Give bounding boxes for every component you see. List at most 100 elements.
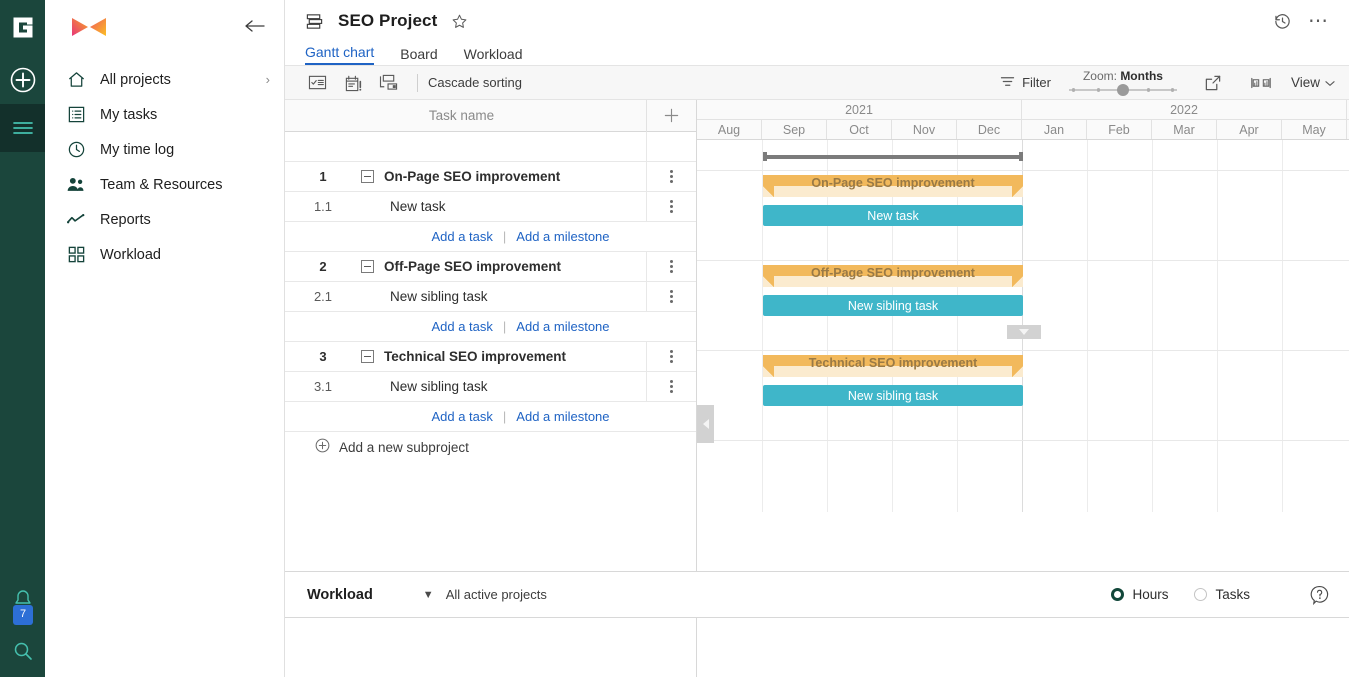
gantt-container: Task name 1 On-Page SEO improvement 1.1 … xyxy=(285,100,1349,571)
add-button[interactable] xyxy=(0,56,45,104)
table-row[interactable]: 3.1 New sibling task xyxy=(285,371,696,402)
view-dropdown[interactable]: View xyxy=(1291,75,1335,90)
calendar-alert-icon[interactable] xyxy=(335,66,371,100)
collapse-sidebar-icon[interactable] xyxy=(244,18,266,39)
add-subproject-button[interactable]: Add a new subproject xyxy=(285,432,696,462)
collapse-toggle-icon[interactable] xyxy=(361,170,374,183)
export-share-icon[interactable] xyxy=(1195,66,1231,100)
table-row[interactable]: 2.1 New sibling task xyxy=(285,281,696,312)
sidebar-item-my-time-log[interactable]: My time log xyxy=(45,132,284,167)
toolbar-divider xyxy=(417,73,418,92)
timeline-month: Dec xyxy=(957,120,1022,139)
history-clock-icon[interactable] xyxy=(1273,12,1292,31)
zoom-slider-thumb[interactable] xyxy=(1116,84,1129,96)
radio-hours[interactable]: Hours xyxy=(1111,587,1168,602)
task-bar[interactable]: New sibling task xyxy=(763,295,1023,316)
timeline-month: May xyxy=(1282,120,1347,139)
app-root: 7 All projects › My tasks My time log Te… xyxy=(0,0,1349,677)
collapse-toggle-icon[interactable] xyxy=(361,260,374,273)
sidebar-item-label: Team & Resources xyxy=(100,176,223,193)
sidebar-item-workload[interactable]: Workload xyxy=(45,237,284,272)
table-row[interactable]: 3 Technical SEO improvement xyxy=(285,341,696,372)
task-bar-label: New task xyxy=(867,208,919,223)
workload-chart-area xyxy=(697,618,1349,677)
task-bar[interactable]: New task xyxy=(763,205,1023,226)
fit-to-screen-icon[interactable] xyxy=(1243,66,1279,100)
add-milestone-link[interactable]: Add a milestone xyxy=(516,409,609,424)
icon-rail: 7 xyxy=(0,0,45,677)
row-name-cell: Technical SEO improvement xyxy=(361,349,646,364)
row-menu-button[interactable] xyxy=(646,341,696,372)
row-menu-button[interactable] xyxy=(646,191,696,222)
add-milestone-link[interactable]: Add a milestone xyxy=(516,229,609,244)
column-header-task-name: Task name xyxy=(428,108,495,123)
notifications-button[interactable]: 7 xyxy=(0,573,45,625)
notification-badge: 7 xyxy=(13,605,33,625)
task-grid-panel: Task name 1 On-Page SEO improvement 1.1 … xyxy=(285,100,697,571)
row-menu-button[interactable] xyxy=(646,371,696,402)
table-row[interactable]: 2 Off-Page SEO improvement xyxy=(285,251,696,282)
search-icon[interactable] xyxy=(0,625,45,677)
workload-options: Hours Tasks xyxy=(1111,585,1329,605)
zoom-label: Zoom: Months xyxy=(1083,69,1163,83)
table-row[interactable]: 1 On-Page SEO improvement xyxy=(285,161,696,192)
sidebar-item-reports[interactable]: Reports xyxy=(45,202,284,237)
summary-bar-label: Off-Page SEO improvement xyxy=(811,266,975,280)
radio-tasks[interactable]: Tasks xyxy=(1194,587,1250,602)
row-menu-button[interactable] xyxy=(646,161,696,192)
zoom-tick xyxy=(1096,88,1100,92)
zoom-control[interactable]: Zoom: Months xyxy=(1063,69,1183,96)
row-number: 1 xyxy=(319,169,327,184)
grid-icon xyxy=(65,244,87,266)
project-summary-bar[interactable] xyxy=(763,152,1023,161)
table-row[interactable]: 1.1 New task xyxy=(285,191,696,222)
row-menu-button[interactable] xyxy=(646,251,696,282)
star-icon[interactable] xyxy=(451,13,468,30)
ellipsis-icon[interactable]: ⋯ xyxy=(1308,11,1329,31)
collapse-toggle-icon[interactable] xyxy=(361,350,374,363)
add-task-link[interactable]: Add a task xyxy=(431,229,492,244)
chevron-right-icon: › xyxy=(265,72,270,87)
sidebar-item-my-tasks[interactable]: My tasks xyxy=(45,97,284,132)
zoom-slider[interactable] xyxy=(1068,84,1177,96)
menu-toggle-button[interactable] xyxy=(0,104,45,152)
ganttpro-logo-icon xyxy=(69,12,109,44)
view-tabs: Gantt chart Board Workload xyxy=(285,42,1349,66)
sidebar-item-team-resources[interactable]: Team & Resources xyxy=(45,167,284,202)
timeline-month: Jan xyxy=(1022,120,1087,139)
caret-down-icon[interactable]: ▼ xyxy=(423,589,434,601)
scroll-down-nub[interactable] xyxy=(1007,325,1041,339)
tab-workload[interactable]: Workload xyxy=(464,46,523,65)
add-links: Add a task | Add a milestone xyxy=(371,319,609,334)
add-milestone-link[interactable]: Add a milestone xyxy=(516,319,609,334)
zoom-prefix: Zoom: xyxy=(1082,69,1117,83)
task-bar[interactable]: New sibling task xyxy=(763,385,1023,406)
row-menu-button[interactable] xyxy=(646,281,696,312)
timeline-month: Apr xyxy=(1217,120,1282,139)
zoom-tick xyxy=(1071,88,1075,92)
workload-project-filter[interactable]: All active projects xyxy=(446,587,547,602)
sidebar-item-all-projects[interactable]: All projects › xyxy=(45,62,284,97)
panel-collapse-handle[interactable] xyxy=(697,405,714,443)
chart-line-icon xyxy=(65,209,87,231)
add-row: Add a task | Add a milestone xyxy=(285,312,696,342)
gantt-chart-body[interactable]: On-Page SEO improvement New task Off-Pag… xyxy=(697,140,1349,512)
radio-dot xyxy=(1194,588,1208,601)
summary-bar[interactable]: Technical SEO improvement xyxy=(763,355,1023,377)
add-task-link[interactable]: Add a task xyxy=(431,409,492,424)
add-task-link[interactable]: Add a task xyxy=(431,319,492,334)
tab-gantt-chart[interactable]: Gantt chart xyxy=(305,44,375,65)
cascade-sorting-button[interactable]: Cascade sorting xyxy=(428,75,522,90)
subtask-hierarchy-icon[interactable] xyxy=(371,66,407,100)
help-question-icon[interactable] xyxy=(1310,585,1329,605)
app-logo[interactable] xyxy=(0,0,45,56)
timeline-panel: 2021 2022 Aug Sep Oct Nov Dec Jan Feb Ma… xyxy=(697,100,1349,571)
rail-bottom-group: 7 xyxy=(0,573,45,677)
summary-bar[interactable]: Off-Page SEO improvement xyxy=(763,265,1023,287)
row-name-cell: Off-Page SEO improvement xyxy=(361,259,646,274)
filter-button[interactable]: Filter xyxy=(1000,75,1051,91)
tab-board[interactable]: Board xyxy=(400,46,437,65)
add-column-button[interactable] xyxy=(646,100,696,132)
summary-bar[interactable]: On-Page SEO improvement xyxy=(763,175,1023,197)
task-checklist-icon[interactable] xyxy=(299,66,335,100)
